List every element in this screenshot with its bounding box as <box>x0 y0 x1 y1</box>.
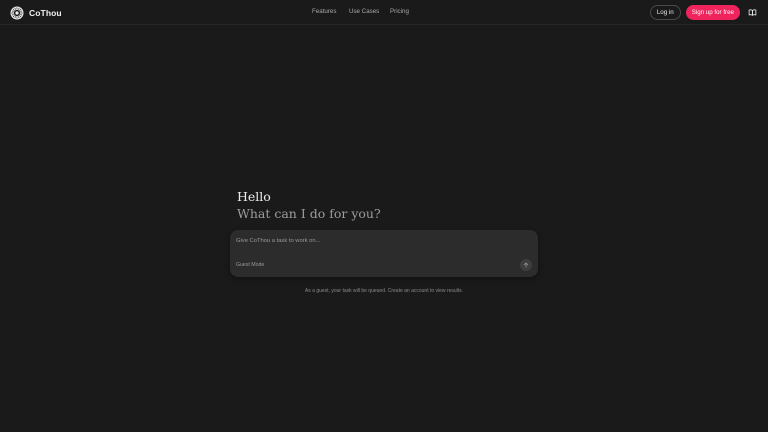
signup-button[interactable]: Sign up for free <box>685 5 740 20</box>
greeting-title: Hello <box>237 189 271 204</box>
nav-pricing-link[interactable]: Pricing <box>390 8 409 15</box>
brand[interactable]: CoThou <box>10 5 62 20</box>
login-button[interactable]: Log in <box>649 5 681 20</box>
task-composer <box>230 230 538 277</box>
send-button[interactable] <box>520 259 532 271</box>
sunburst-logo-icon <box>10 6 24 19</box>
brand-name: CoThou <box>29 7 62 18</box>
top-header: CoThou Features Use Cases Pricing Log in… <box>0 0 768 25</box>
book-icon <box>748 9 757 16</box>
page: CoThou Features Use Cases Pricing Log in… <box>0 0 768 432</box>
arrow-up-icon <box>523 262 529 268</box>
header-actions: Log in Sign up for free <box>649 5 760 20</box>
task-input[interactable] <box>236 235 526 247</box>
nav-features-link[interactable]: Features <box>312 8 336 15</box>
guest-mode-label: Guest Mode <box>236 262 265 268</box>
nav-use-cases-link[interactable]: Use Cases <box>349 8 379 15</box>
greeting-subtitle: What can I do for you? <box>237 206 381 221</box>
hero-greeting: Hello What can I do for you? <box>237 189 381 222</box>
guest-queue-note: As a guest, your task will be queued. Cr… <box>304 288 464 294</box>
docs-button[interactable] <box>745 5 760 20</box>
